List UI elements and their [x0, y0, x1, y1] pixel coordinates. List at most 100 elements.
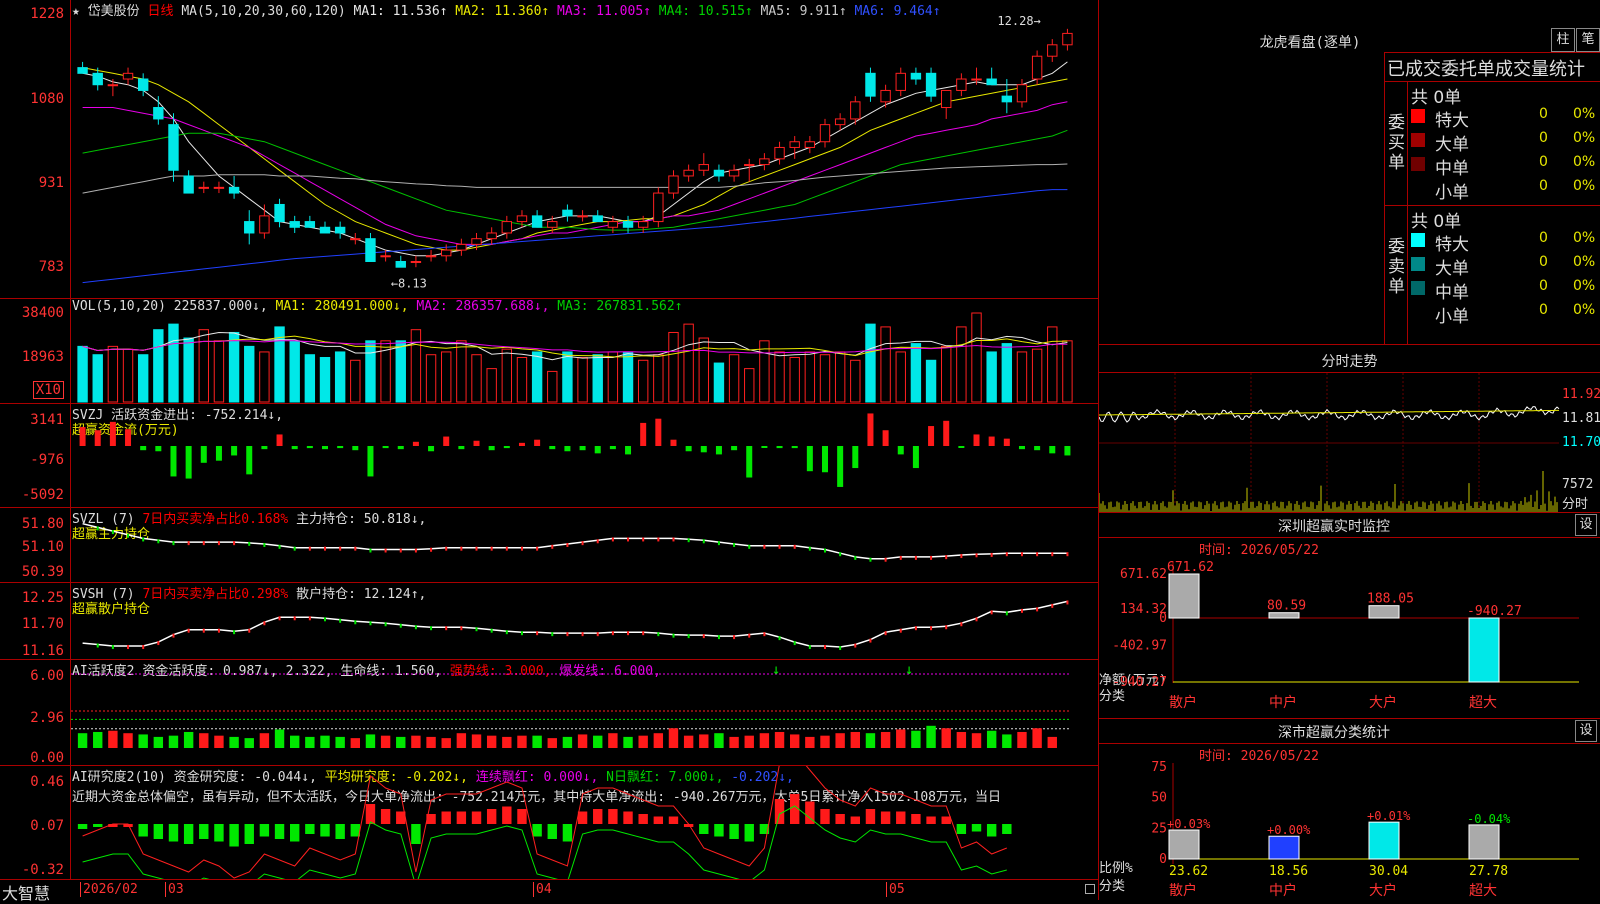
svsh-tick: [702, 634, 705, 639]
monitor-bar-value: 80.59: [1267, 599, 1306, 614]
candle-body: [334, 226, 346, 234]
research-bar: [305, 824, 315, 834]
svzl-line: [82, 522, 1068, 560]
research-bar: [532, 824, 542, 837]
bar-mode-button[interactable]: 柱: [1551, 28, 1575, 52]
svzj-chart[interactable]: [71, 404, 1097, 507]
candle-body: [622, 221, 634, 228]
fund-flow-bar: [518, 442, 525, 446]
fund-flow-bar: [125, 429, 132, 446]
candle-body: [774, 146, 785, 160]
candlestick-chart[interactable]: 12.28→ ←8.13: [71, 0, 1097, 298]
svsh-tick: [172, 633, 175, 638]
svzl-chart[interactable]: [71, 508, 1097, 582]
lock-icon[interactable]: [1085, 884, 1095, 894]
candle-body: [789, 141, 800, 148]
fenshi-panel[interactable]: 分时走势 11.92 11.81 11.70 7572 分时: [1099, 344, 1600, 513]
candle-body: [577, 215, 588, 218]
svsh-tick: [1066, 600, 1069, 605]
fenshi-chart[interactable]: [1099, 373, 1600, 513]
volume-bar: [819, 354, 831, 403]
candle-body: [350, 238, 361, 241]
tick-mode-button[interactable]: 笔: [1576, 28, 1600, 52]
volume-bar: [516, 357, 528, 403]
row-name: 特大: [1435, 111, 1469, 131]
ai-active-y-label: 0.00: [30, 750, 64, 766]
activity-bar: [835, 733, 845, 748]
research-bar: [774, 799, 785, 824]
research-bar: [850, 816, 860, 824]
monitor-y-label: 0: [1159, 611, 1167, 626]
svzl-tick: [945, 555, 948, 560]
legend-swatch: [1411, 157, 1425, 171]
ai-active-y-label: 6.00: [30, 668, 64, 684]
svzl-tick: [217, 541, 220, 546]
volume-bar: [956, 326, 967, 403]
candle-body: [637, 221, 649, 228]
research-bar: [290, 824, 300, 842]
candle-body: [592, 215, 603, 223]
activity-bar: [820, 735, 830, 748]
volume-panel[interactable]: 38400 18963 X10 VOL(5,10,20) 225837.000↓…: [0, 299, 1098, 404]
sz-monitor-chart[interactable]: 671.62134.320-402.97-940.27671.62散户80.59…: [1099, 513, 1600, 719]
price-panel[interactable]: 1228 1080 931 783 ★ 岱美股份 日线 MA(5,10,20,3…: [0, 0, 1098, 299]
svzl-tick: [308, 546, 311, 551]
research-bar: [517, 809, 527, 824]
price-y-label: 1228: [30, 6, 64, 22]
volume-chart[interactable]: [71, 299, 1097, 403]
volume-bar: [1001, 343, 1013, 403]
svsh-tick: [187, 628, 190, 633]
sz-stats-chart[interactable]: 75 50 25 0 +0.03% 23.62 散户 +0.00% 18.56 中户 +0.01% 3…: [1099, 719, 1600, 901]
ai-research-panel[interactable]: 0.46 0.07 -0.32 AI研究度2(10) 资金研究度: -0.044…: [0, 766, 1098, 880]
svzl-panel[interactable]: 51.80 51.10 50.39 SVZL (7) 7日内买卖净占比0.168…: [0, 508, 1098, 583]
svsh-tick: [445, 626, 448, 631]
sell-total: 共 0单: [1411, 212, 1462, 232]
research-bar: [441, 811, 451, 824]
ai-active-chart[interactable]: ↓ ↓: [71, 660, 1097, 765]
fund-flow-bar: [609, 446, 616, 450]
sz-stats-panel[interactable]: 深市超赢分类统计 设 时间: 2026/05/22 比例% 分类 75 50 25 0…: [1099, 718, 1600, 901]
fund-flow-bar: [625, 446, 632, 455]
candle-body: [986, 78, 997, 86]
svsh-tick: [611, 631, 614, 636]
volume-bar: [728, 354, 740, 403]
volume-bar: [653, 354, 664, 403]
fund-flow-bar: [443, 436, 450, 446]
ai-research-chart[interactable]: [71, 766, 1097, 879]
svsh-tick: [884, 631, 887, 636]
activity-bar: [956, 731, 967, 748]
svsh-chart[interactable]: [71, 583, 1097, 659]
svsh-y-axis: 12.25 11.70 11.16: [0, 583, 71, 659]
row-value: 0: [1539, 254, 1548, 270]
research-bar: [547, 824, 557, 839]
fenshi-title: 分时走势: [1321, 354, 1378, 370]
stats-category: 散户: [1169, 882, 1197, 899]
ai-active-panel[interactable]: 6.00 2.96 0.00 AI活跃度2 资金活跃度: 0.987↓, 2.3…: [0, 660, 1098, 766]
legend-swatch: [1411, 233, 1425, 247]
monitor-y-label: -402.97: [1112, 638, 1167, 653]
row-pct: 0%: [1573, 302, 1596, 318]
svsh-tick: [505, 630, 508, 635]
activity-bar: [714, 733, 724, 748]
activity-bar: [896, 729, 906, 748]
fund-flow-bar: [1018, 446, 1025, 450]
fund-flow-bar: [1049, 446, 1056, 454]
price-y-label: 1080: [30, 91, 64, 107]
volume-bar: [834, 351, 846, 403]
volume-bar: [865, 323, 876, 403]
volume-bar: [137, 354, 149, 403]
fund-flow-bar: [458, 446, 465, 450]
activity-bar: [380, 735, 391, 748]
sz-monitor-panel[interactable]: 深圳超赢实时监控 设 时间: 2026/05/22 净额(万元) 分类 671.…: [1099, 512, 1600, 719]
candle-body: [456, 243, 467, 251]
fund-flow-bar: [988, 436, 995, 446]
research-bar: [456, 811, 467, 824]
svsh-panel[interactable]: 12.25 11.70 11.16 SVSH (7) 7日内买卖净占比0.298…: [0, 583, 1098, 660]
date-label: 03: [165, 882, 184, 897]
svzl-tick: [627, 537, 630, 542]
svzl-tick: [808, 546, 811, 551]
candle-body: [895, 72, 906, 91]
monitor-bar: [1368, 605, 1400, 619]
svzj-panel[interactable]: 3141 -976 -5092 SVZJ 活跃资金进出: -752.214↓, …: [0, 404, 1098, 508]
volume-bar: [1016, 351, 1028, 403]
